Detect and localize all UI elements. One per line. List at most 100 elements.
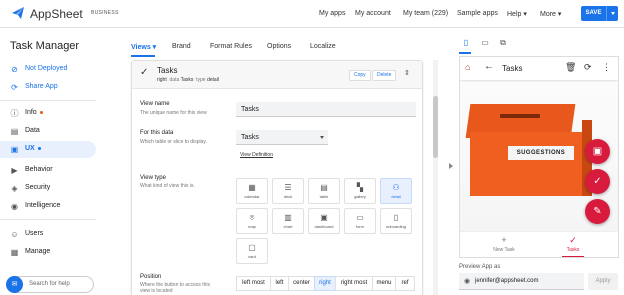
chat-icon[interactable]: ✉ [6,276,23,293]
back-arrow-icon[interactable]: ← [484,61,494,72]
view-type-card[interactable]: ▢ card [236,238,268,264]
view-type-onboarding[interactable]: ▯ onboarding [380,208,412,234]
nav-help[interactable]: Help ▾ [507,10,527,18]
view-card-title: Tasks [157,66,178,75]
phone-preview-icon[interactable]: ▯ [460,37,472,49]
tab-label: Views [131,44,151,51]
open-external-icon[interactable]: ⧉ [497,37,509,49]
preview-tab-new-task[interactable]: + New Task [474,235,534,253]
view-type-label: dashboard [314,224,334,229]
position-left-most[interactable]: left most [236,276,271,291]
edit-action-icon[interactable]: ✎ [585,199,610,224]
position-right-most[interactable]: right most [335,276,373,291]
app-preview-phone: ⌂ ← Tasks 🗑 ⟳ ⋮ SUGGESTIONS ▣ ✓ ✎ + New … [459,56,619,258]
behavior-icon: ▶ [11,166,18,175]
position-ref[interactable]: ref [395,276,415,291]
sidebar-divider [0,100,96,101]
delete-icon[interactable]: 🗑 [565,62,576,73]
view-type-form[interactable]: ▭ form [344,208,376,234]
for-data-help: Which table or slice to display. [140,139,207,145]
position-center[interactable]: center [288,276,315,291]
nav-my-team[interactable]: My team (229) [403,10,448,17]
deploy-status-item[interactable]: ⊘ Not Deployed [0,61,96,78]
calendar-icon: ▦ [248,183,256,192]
sidebar-item-users[interactable]: ☺ Users [0,226,96,243]
preview-as-value: jennifer@appsheet.com [475,278,539,284]
onboarding-icon: ▯ [393,213,399,222]
delete-button[interactable]: Delete [372,70,397,81]
preview-tab-tasks[interactable]: ✓ Tasks [543,235,603,253]
editor-scrollbar-thumb[interactable] [433,96,438,158]
app-brand-name[interactable]: AppSheet [30,7,83,21]
check-action-icon[interactable]: ✓ [585,169,610,194]
card-icon: ▢ [248,243,256,252]
sync-icon[interactable]: ⟳ [584,62,592,73]
app-title: Task Manager [10,40,80,52]
view-config-card: ✓ Tasks right data Tasks type detail Cop… [131,60,423,295]
share-icon: ⟳ [11,83,18,92]
position-menu[interactable]: menu [372,276,396,291]
share-app-item[interactable]: ⟳ Share App [0,79,96,96]
view-type-detail[interactable]: ⚇ detail [380,178,412,204]
save-options-dropdown[interactable] [606,6,618,21]
home-icon[interactable]: ⌂ [465,62,470,72]
sidebar-item-manage[interactable]: ▦ Manage [0,244,96,261]
nav-my-account[interactable]: My account [355,10,391,17]
view-type-chart[interactable]: ▥ chart [272,208,304,234]
collapse-arrow-icon[interactable] [449,163,453,169]
type-meta-label: type [196,77,206,83]
view-type-label: onboarding [385,224,407,229]
position-help-2: view is located [140,288,173,294]
tab-brand[interactable]: Brand [172,43,191,50]
more-vert-icon[interactable]: ⋮ [602,62,611,73]
box-front [470,132,582,196]
view-type-dashboard[interactable]: ▣ dashboard [308,208,340,234]
help-search-box[interactable]: ✉ Search for help [6,276,94,293]
nav-sample-apps[interactable]: Sample apps [457,10,498,17]
tab-options[interactable]: Options [267,43,291,50]
apply-button[interactable]: Apply [588,273,618,290]
view-name-input[interactable]: Tasks [236,102,416,117]
help-search-placeholder: Search for help [29,281,70,287]
position-right[interactable]: right [314,276,336,291]
preview-bottom-nav: + New Task ✓ Tasks [460,231,618,257]
copy-button[interactable]: Copy [349,70,371,81]
view-type-table[interactable]: ▤ table [308,178,340,204]
view-card-header[interactable]: ✓ Tasks right data Tasks type detail Cop… [132,61,422,89]
sidebar-item-behavior[interactable]: ▶ Behavior [0,162,96,179]
sidebar-item-intelligence[interactable]: ◉ Intelligence [0,198,96,215]
sidebar-item-data[interactable]: ▤ Data [0,123,96,140]
view-name-label: View name [140,101,170,107]
data-icon: ▤ [10,127,19,136]
sidebar-item-info[interactable]: ⓘ Info [0,105,96,122]
calendar-action-icon[interactable]: ▣ [585,139,610,164]
users-icon: ☺ [10,230,19,239]
detail-icon: ⚇ [392,183,400,192]
checklist-icon: ✓ [569,235,577,245]
plus-icon: + [501,235,507,245]
tablet-preview-icon[interactable]: ▭ [479,37,491,49]
tab-localize[interactable]: Localize [310,43,336,50]
preview-as-input[interactable]: ◉ jennifer@appsheet.com [459,273,584,290]
view-definition-link[interactable]: View Definition [240,152,273,158]
view-type-map[interactable]: ⌾ map [236,208,268,234]
sidebar-item-security[interactable]: ◈ Security [0,180,96,197]
gallery-icon: ▚ [356,183,364,192]
view-type-calendar[interactable]: ▦ calendar [236,178,268,204]
for-data-select[interactable]: Tasks [236,130,328,145]
sidebar-divider [0,219,96,220]
view-type-help: What kind of view this is. [140,183,195,189]
nav-more[interactable]: More ▾ [540,10,561,18]
view-type-gallery[interactable]: ▚ gallery [344,178,376,204]
sidebar-item-ux[interactable]: ▣ UX [0,141,96,158]
tab-views[interactable]: Views ▾ [131,43,156,51]
reorder-icon[interactable]: ⇕ [404,69,410,77]
view-type-label: detail [391,194,401,199]
position-left[interactable]: left [270,276,289,291]
view-type-deck[interactable]: ☰ deck [272,178,304,204]
nav-my-apps[interactable]: My apps [319,10,345,17]
save-button[interactable]: SAVE [581,6,606,21]
sidebar-item-label: UX [25,145,35,152]
position-label: Position [140,274,162,280]
tab-format-rules[interactable]: Format Rules [210,43,252,50]
